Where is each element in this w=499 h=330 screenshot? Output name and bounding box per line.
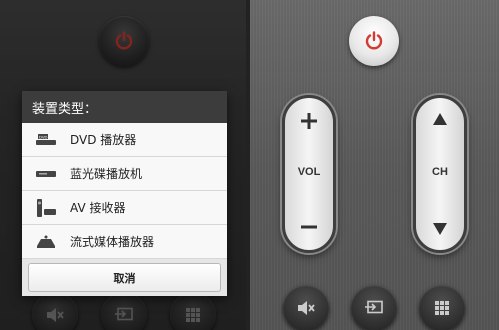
- dialog-footer: 取消: [22, 259, 227, 296]
- minus-icon: [301, 225, 317, 229]
- volume-label: VOL: [297, 166, 321, 178]
- volume-up-button[interactable]: [285, 112, 333, 130]
- channel-up-button[interactable]: [416, 112, 464, 126]
- input-source-icon: [365, 300, 383, 314]
- power-button[interactable]: [349, 16, 399, 66]
- left-screen: 装置类型： DVD DVD 播放器 蓝光碟播放机 AV 接收器 流式媒体播放器 …: [0, 0, 246, 330]
- streaming-media-player-icon: [22, 234, 70, 250]
- input-source-button[interactable]: [351, 285, 397, 330]
- option-label: 流式媒体播放器: [70, 235, 155, 249]
- option-av-receiver[interactable]: AV 接收器: [22, 191, 227, 225]
- bluray-player-icon: [22, 167, 70, 181]
- menu-grid-button[interactable]: [419, 285, 465, 330]
- option-label: DVD 播放器: [70, 133, 137, 147]
- chevron-down-icon: [433, 223, 447, 235]
- option-streaming-media-player[interactable]: 流式媒体播放器: [22, 225, 227, 259]
- mute-icon: [298, 301, 315, 315]
- mute-button[interactable]: [283, 285, 329, 330]
- volume-rocker: VOL: [282, 95, 336, 253]
- option-label: AV 接收器: [70, 201, 126, 215]
- device-type-dialog: 装置类型： DVD DVD 播放器 蓝光碟播放机 AV 接收器 流式媒体播放器 …: [22, 91, 227, 296]
- grid-menu-icon: [435, 301, 449, 315]
- volume-down-button[interactable]: [285, 218, 333, 236]
- option-label: 蓝光碟播放机: [70, 167, 143, 181]
- plus-icon: [301, 113, 317, 129]
- dvd-player-icon: DVD: [22, 132, 70, 148]
- channel-label: CH: [432, 166, 448, 178]
- dialog-title: 装置类型：: [22, 91, 227, 123]
- svg-text:DVD: DVD: [39, 134, 48, 139]
- av-receiver-icon: [22, 197, 70, 219]
- chevron-up-icon: [433, 113, 447, 125]
- channel-rocker: CH: [413, 95, 467, 253]
- right-screen: VOL CH: [250, 0, 499, 330]
- channel-down-button[interactable]: [416, 222, 464, 236]
- option-bluray-player[interactable]: 蓝光碟播放机: [22, 157, 227, 191]
- option-dvd-player[interactable]: DVD DVD 播放器: [22, 123, 227, 157]
- cancel-button[interactable]: 取消: [28, 263, 221, 292]
- power-icon: [365, 31, 383, 50]
